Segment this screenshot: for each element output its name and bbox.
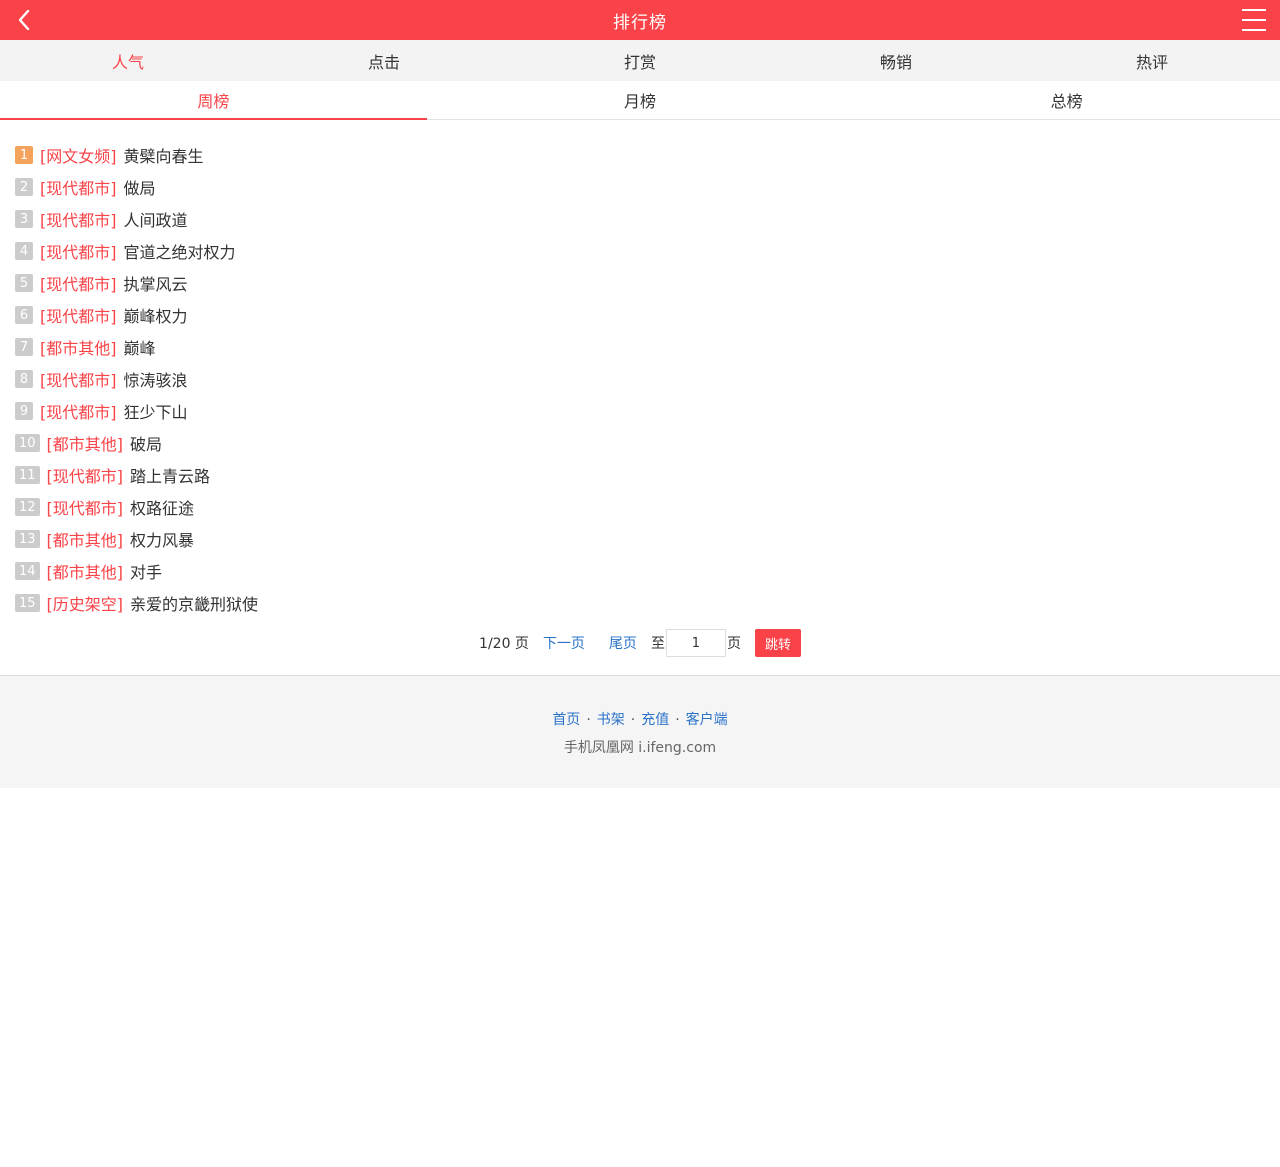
page-title: 排行榜 xyxy=(613,12,667,33)
list-item[interactable]: 14 [都市其他] 对手 xyxy=(15,555,1280,587)
rank-badge: 14 xyxy=(15,562,40,580)
back-button[interactable] xyxy=(12,8,36,32)
tab-changxiao[interactable]: 畅销 xyxy=(768,40,1024,81)
rank-badge: 12 xyxy=(15,498,40,516)
book-title[interactable]: 踏上青云路 xyxy=(130,463,210,487)
rank-badge: 15 xyxy=(15,594,40,612)
footer-separator: · xyxy=(630,712,636,728)
page-number-input[interactable] xyxy=(665,629,726,657)
book-category: [网文女频] xyxy=(40,147,117,166)
book-category: [现代都市] xyxy=(40,243,117,262)
page-unit-label: 页 xyxy=(726,636,741,652)
tab-dashang[interactable]: 打赏 xyxy=(512,40,768,81)
footer-link-home[interactable]: 首页 xyxy=(552,712,580,728)
book-title[interactable]: 做局 xyxy=(124,175,156,199)
book-title[interactable]: 对手 xyxy=(130,559,162,583)
footer-copyright: 手机凤凰网 i.ifeng.com xyxy=(563,740,717,756)
rank-badge: 10 xyxy=(15,434,40,452)
footer-link-recharge[interactable]: 充值 xyxy=(641,712,669,728)
list-item[interactable]: 10 [都市其他] 破局 xyxy=(15,427,1280,459)
rank-badge: 9 xyxy=(15,402,33,420)
tab-reping[interactable]: 热评 xyxy=(1024,40,1280,81)
list-item[interactable]: 3 [现代都市] 人间政道 xyxy=(15,203,1280,235)
tab-total[interactable]: 总榜 xyxy=(853,81,1280,119)
rank-badge: 8 xyxy=(15,370,33,388)
book-title[interactable]: 狂少下山 xyxy=(124,399,188,423)
tab-renqi[interactable]: 人气 xyxy=(0,40,256,81)
rank-badge: 1 xyxy=(15,146,33,164)
rank-badge: 2 xyxy=(15,178,33,196)
jump-button[interactable]: 跳转 xyxy=(754,629,801,657)
book-title[interactable]: 人间政道 xyxy=(124,207,188,231)
book-title[interactable]: 权路征途 xyxy=(130,495,194,519)
list-item[interactable]: 6 [现代都市] 巅峰权力 xyxy=(15,299,1280,331)
book-title[interactable]: 权力风暴 xyxy=(130,527,194,551)
last-page-link[interactable]: 尾页 xyxy=(609,633,637,653)
pagination: 1/20 页 下一页 尾页 至 页 跳转 xyxy=(0,623,1280,663)
list-item[interactable]: 4 [现代都市] 官道之绝对权力 xyxy=(15,235,1280,267)
list-item[interactable]: 13 [都市其他] 权力风暴 xyxy=(15,523,1280,555)
book-title[interactable]: 执掌风云 xyxy=(124,271,188,295)
book-category: [现代都市] xyxy=(40,371,117,390)
list-item[interactable]: 1 [网文女频] 黄檗向春生 xyxy=(15,139,1280,171)
book-category: [现代都市] xyxy=(40,307,117,326)
period-tabs: 周榜 月榜 总榜 xyxy=(0,81,1280,120)
book-title[interactable]: 惊涛骇浪 xyxy=(124,367,188,391)
book-category: [现代都市] xyxy=(40,403,117,422)
book-category: [现代都市] xyxy=(46,467,124,486)
tab-weekly[interactable]: 周榜 xyxy=(0,81,427,120)
book-category: [都市其他] xyxy=(40,339,117,358)
book-title[interactable]: 官道之绝对权力 xyxy=(124,239,236,263)
book-title[interactable]: 黄檗向春生 xyxy=(124,143,204,167)
list-item[interactable]: 2 [现代都市] 做局 xyxy=(15,171,1280,203)
footer-separator: · xyxy=(675,712,680,728)
list-item[interactable]: 7 [都市其他] 巅峰 xyxy=(15,331,1280,363)
footer-link-client[interactable]: 客户端 xyxy=(686,712,728,728)
book-category: [现代都市] xyxy=(40,211,117,230)
footer: 首页 · 书架 · 充值 · 客户端 手机凤凰网 i.ifeng.com xyxy=(0,675,1280,788)
category-tabs: 人气 点击 打赏 畅销 热评 xyxy=(0,40,1280,81)
book-category: [都市其他] xyxy=(46,435,124,454)
goto-label: 至 xyxy=(650,636,665,652)
rank-badge: 11 xyxy=(15,466,40,484)
book-title[interactable]: 亲爱的京畿刑狱使 xyxy=(130,591,258,615)
rank-badge: 5 xyxy=(15,274,33,292)
list-item[interactable]: 5 [现代都市] 执掌风云 xyxy=(15,267,1280,299)
book-title[interactable]: 巅峰 xyxy=(124,335,156,359)
list-item[interactable]: 8 [现代都市] 惊涛骇浪 xyxy=(15,363,1280,395)
book-category: [现代都市] xyxy=(40,179,117,198)
top-header: 排行榜 xyxy=(0,0,1280,40)
book-title[interactable]: 破局 xyxy=(130,431,162,455)
book-category: [都市其他] xyxy=(46,563,124,582)
rank-badge: 7 xyxy=(15,338,33,356)
tab-dianji[interactable]: 点击 xyxy=(256,40,512,81)
next-page-link[interactable]: 下一页 xyxy=(543,633,585,653)
rank-badge: 4 xyxy=(15,242,33,260)
book-category: [都市其他] xyxy=(46,531,124,550)
book-category: [历史架空] xyxy=(46,595,124,614)
footer-separator: · xyxy=(586,712,591,728)
menu-button[interactable] xyxy=(1242,9,1266,31)
tab-monthly[interactable]: 月榜 xyxy=(427,81,854,119)
hamburger-menu-icon xyxy=(1242,9,1266,11)
list-item[interactable]: 15 [历史架空] 亲爱的京畿刑狱使 xyxy=(15,587,1280,619)
ranking-list: 1 [网文女频] 黄檗向春生 2 [现代都市] 做局 3 [现代都市] 人间政道 4 [现代都… xyxy=(0,120,1280,619)
list-item[interactable]: 11 [现代都市] 踏上青云路 xyxy=(15,459,1280,491)
rank-badge: 6 xyxy=(15,306,33,324)
book-title[interactable]: 巅峰权力 xyxy=(124,303,188,327)
footer-links: 首页 · 书架 · 充值 · 客户端 xyxy=(552,709,727,729)
list-item[interactable]: 12 [现代都市] 权路征途 xyxy=(15,491,1280,523)
page-info: 1/20 页 xyxy=(479,636,529,652)
rank-badge: 3 xyxy=(15,210,33,228)
chevron-left-icon xyxy=(18,9,30,31)
rank-badge: 13 xyxy=(15,530,40,548)
book-category: [现代都市] xyxy=(40,275,117,294)
footer-link-bookshelf[interactable]: 书架 xyxy=(597,712,625,728)
book-category: [现代都市] xyxy=(46,499,124,518)
list-item[interactable]: 9 [现代都市] 狂少下山 xyxy=(15,395,1280,427)
